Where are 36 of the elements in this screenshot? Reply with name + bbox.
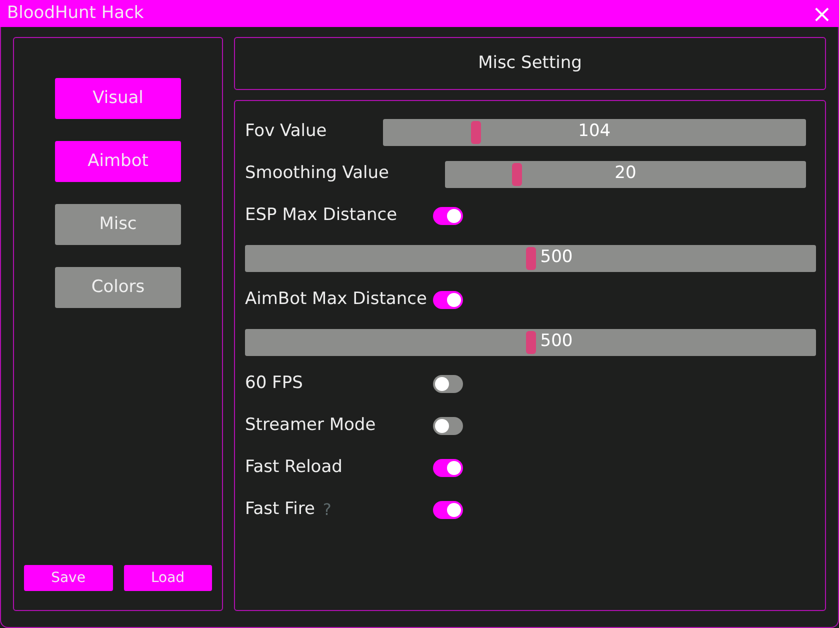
section-title: Misc Setting bbox=[478, 52, 582, 75]
setting-label: Streamer Mode bbox=[245, 414, 376, 438]
slider-thumb[interactable] bbox=[512, 162, 522, 186]
close-button[interactable]: × bbox=[812, 2, 832, 26]
sidebar-tab[interactable]: Misc bbox=[55, 204, 181, 245]
setting-label: Fast Reload bbox=[245, 456, 342, 480]
setting-label: Fast Fire bbox=[245, 498, 315, 522]
toggle-switch[interactable] bbox=[433, 207, 463, 225]
toggle-switch[interactable] bbox=[433, 375, 463, 393]
slider[interactable]: 104 bbox=[382, 118, 806, 146]
setting-label: Smoothing Value bbox=[245, 162, 389, 186]
help-mark: ? bbox=[322, 499, 332, 521]
slider[interactable]: 20 bbox=[444, 160, 806, 188]
setting-label: AimBot Max Distance bbox=[245, 288, 427, 312]
sidebar-tab[interactable]: Colors bbox=[55, 267, 181, 308]
slider-thumb[interactable] bbox=[526, 330, 536, 354]
slider-value: 20 bbox=[614, 162, 636, 186]
slider-value: 104 bbox=[578, 120, 611, 144]
toggle-switch[interactable] bbox=[433, 501, 463, 519]
slider-value: 500 bbox=[540, 246, 573, 270]
toggle-switch[interactable] bbox=[433, 417, 463, 435]
toggle-switch[interactable] bbox=[433, 291, 463, 309]
slider-thumb[interactable] bbox=[526, 246, 536, 270]
slider-thumb[interactable] bbox=[470, 120, 481, 144]
sidebar-tab[interactable]: Visual bbox=[55, 78, 181, 119]
setting-label: Fov Value bbox=[245, 120, 327, 144]
window-title: BloodHunt Hack bbox=[7, 2, 144, 25]
setting-label: ESP Max Distance bbox=[245, 204, 398, 228]
save-button[interactable]: Save bbox=[24, 565, 112, 591]
slider-value: 500 bbox=[540, 330, 573, 354]
slider[interactable]: 500 bbox=[245, 328, 816, 356]
load-button[interactable]: Load bbox=[124, 565, 212, 591]
toggle-switch[interactable] bbox=[433, 459, 463, 477]
sidebar-tab[interactable]: Aimbot bbox=[55, 141, 181, 182]
setting-label: 60 FPS bbox=[245, 372, 303, 396]
slider[interactable]: 500 bbox=[245, 244, 816, 272]
